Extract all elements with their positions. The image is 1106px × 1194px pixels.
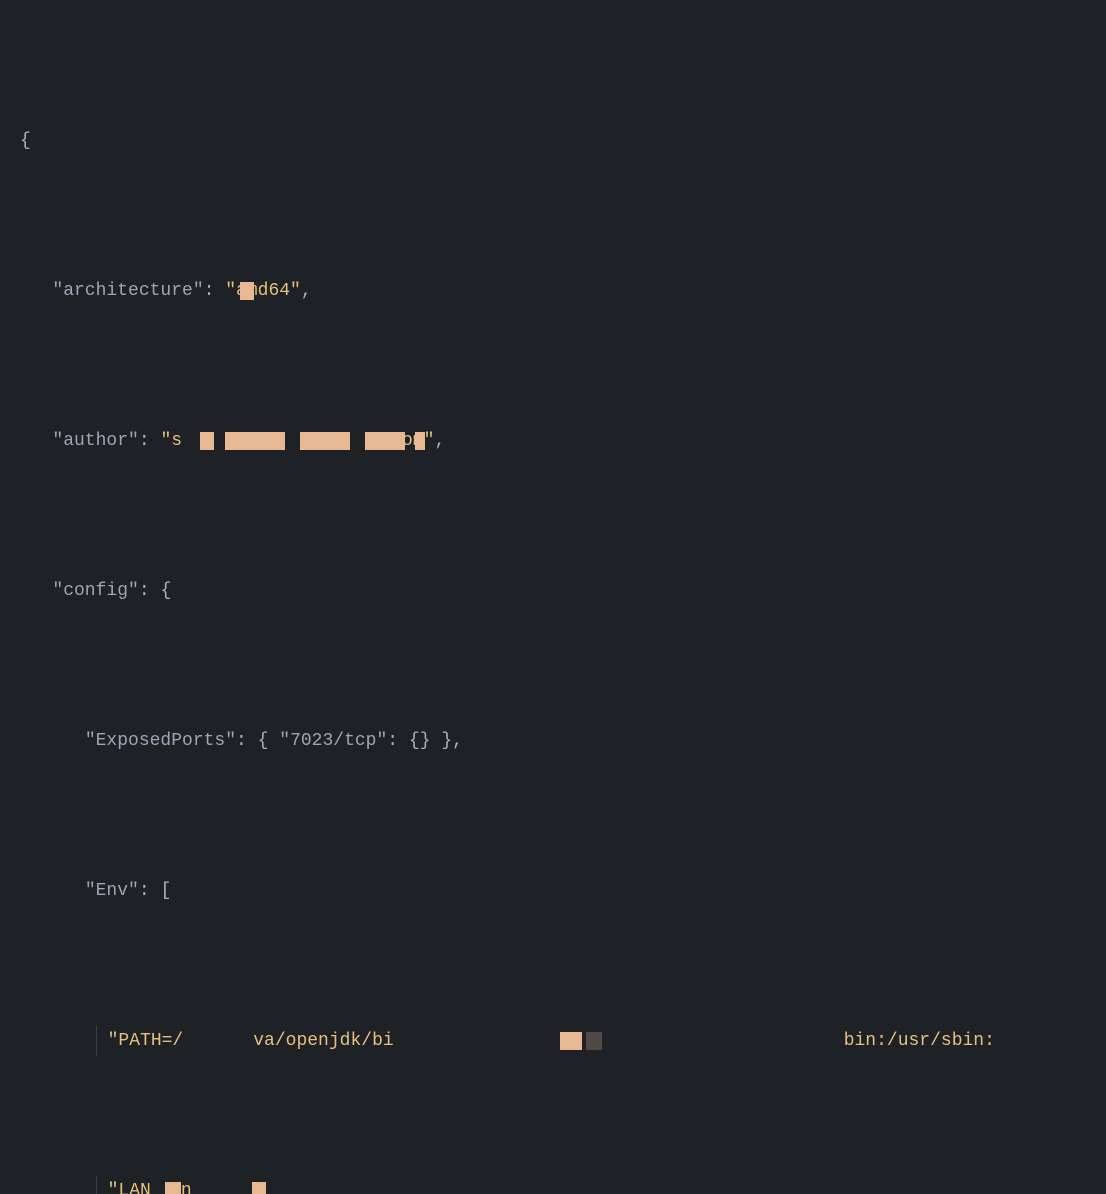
brace: { <box>160 581 171 601</box>
code-line[interactable]: "LANn_ <box>20 1176 1106 1194</box>
json-key: "ExposedPorts" <box>85 731 236 751</box>
code-line[interactable]: "ExposedPorts": { "7023/tcp": {} }, <box>20 726 1106 756</box>
json-string: "amd64" <box>225 281 301 301</box>
code-line[interactable]: "author": "som", <box>20 426 1106 456</box>
json-key: "config" <box>52 581 138 601</box>
code-line[interactable]: "PATH=/va/openjdk/bibin:/usr/sbin: <box>20 1026 1106 1056</box>
json-string: "s <box>160 431 182 451</box>
json-string: "LAN <box>108 1181 151 1194</box>
code-line[interactable]: "Env": [ <box>20 876 1106 906</box>
json-key: "author" <box>52 431 138 451</box>
bracket: [ <box>160 881 171 901</box>
code-line[interactable]: { <box>20 126 1106 156</box>
brace: { <box>20 131 31 151</box>
code-editor[interactable]: { "architecture": "amd64", "author": "so… <box>0 0 1106 1194</box>
json-key: "architecture" <box>52 281 203 301</box>
code-line[interactable]: "architecture": "amd64", <box>20 276 1106 306</box>
json-string: "PATH=/ <box>108 1031 184 1051</box>
json-key: "Env" <box>85 881 139 901</box>
code-line[interactable]: "config": { <box>20 576 1106 606</box>
